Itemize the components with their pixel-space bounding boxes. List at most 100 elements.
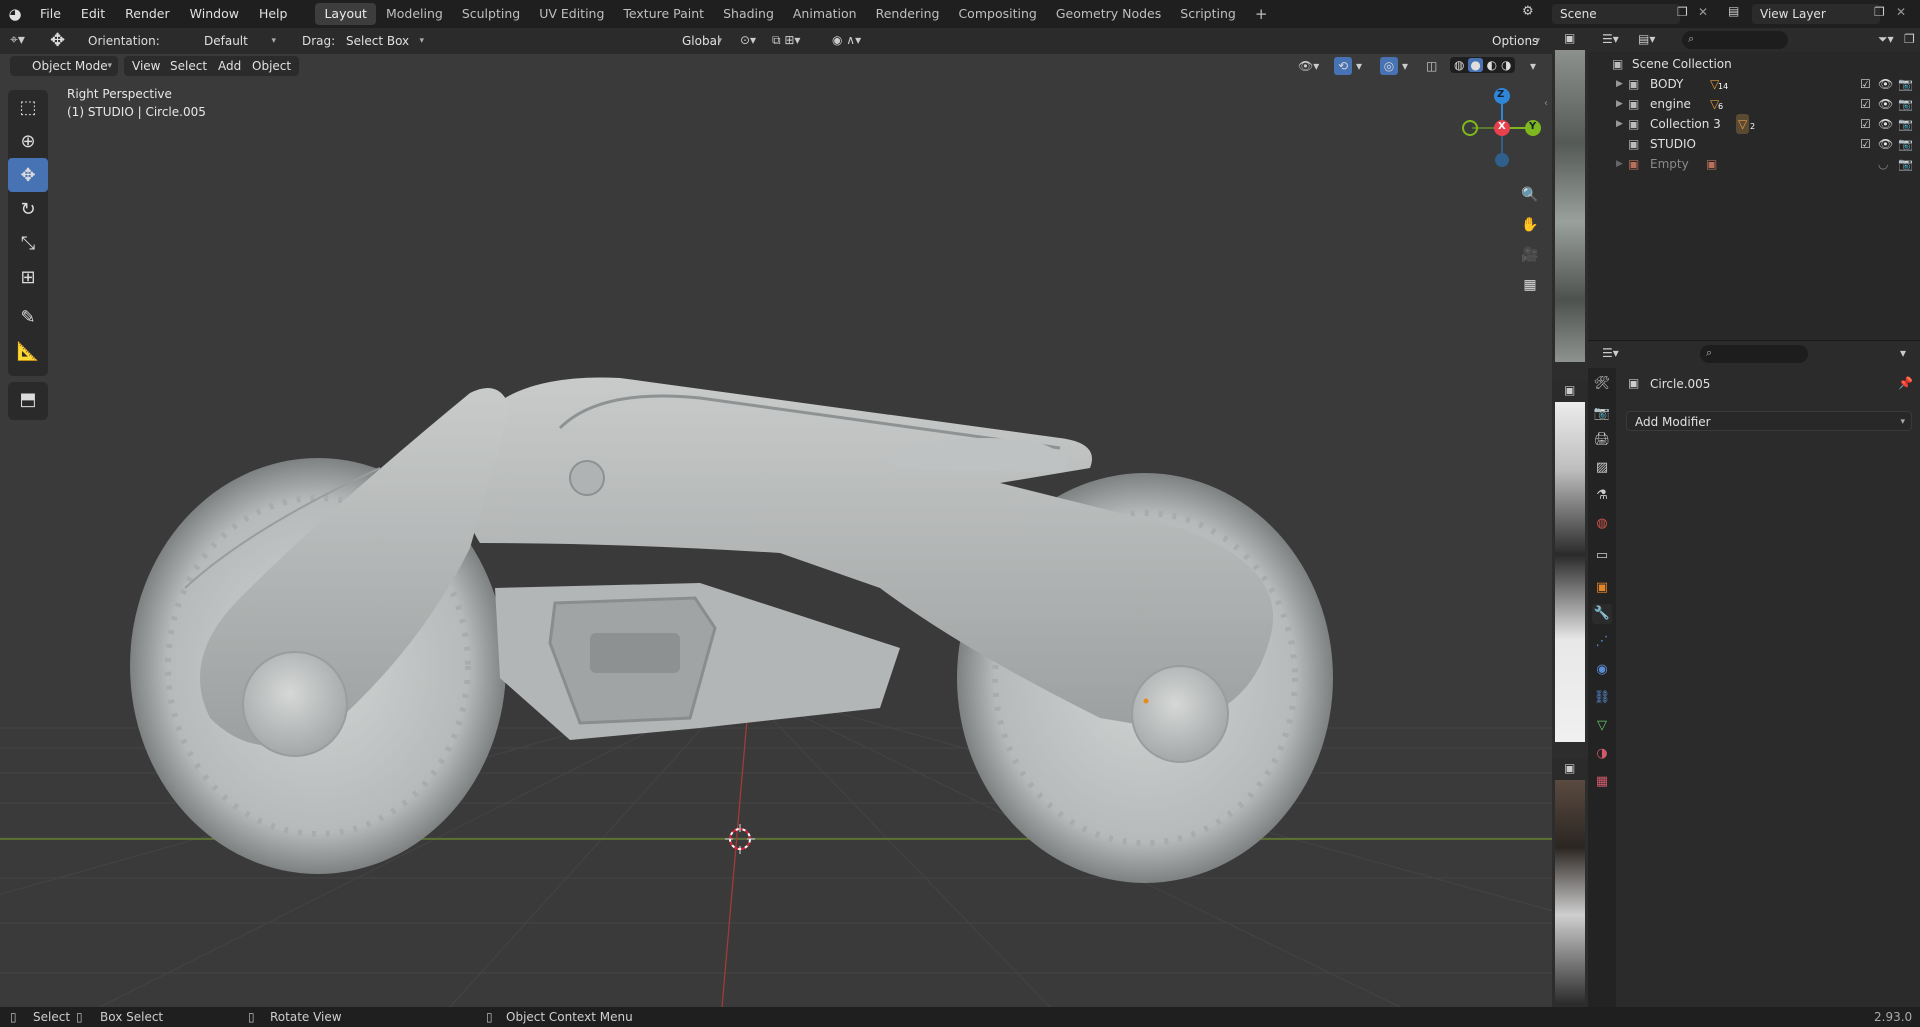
tab-rendering[interactable]: Rendering [867,3,949,25]
data-tab-icon[interactable]: ▽ [1592,716,1612,736]
tab-animation[interactable]: Animation [784,3,866,25]
pin-icon[interactable]: 📌 [1898,376,1913,390]
constraints-tab-icon[interactable]: ⛓ [1592,688,1612,708]
view-layer-tab-icon[interactable]: ▨ [1592,458,1612,478]
outliner-row[interactable]: ▶ ▣ engine ▽ 6 ☑ 👁 📷 [1588,94,1920,114]
outliner-editor-icon[interactable]: ☰▾ [1602,32,1619,46]
image-editor-icon[interactable]: ▣ [1564,31,1575,45]
gizmo-toggle-icon[interactable]: ⟲ [1334,57,1352,75]
world-tab-icon[interactable]: ◍ [1592,514,1612,534]
move-tool-icon[interactable]: ✥ [8,158,48,192]
menu-edit[interactable]: Edit [71,0,115,28]
menu-select[interactable]: Select [162,56,216,76]
visibility-icon[interactable]: 👁▾ [1298,59,1319,73]
outliner-row[interactable]: ▣ STUDIO ☑ 👁 📷 [1588,134,1920,154]
collection-tab-icon[interactable]: ▭ [1592,546,1612,566]
menu-render[interactable]: Render [115,0,180,28]
filter-icon[interactable]: ⏷▾ [1878,32,1894,47]
texture-tab-icon[interactable]: ▦ [1592,772,1612,792]
eye-icon[interactable]: 👁 [1878,114,1893,134]
expand-arrow-icon[interactable]: ▶ [1616,74,1623,94]
zoom-icon[interactable]: 🔍 [1517,182,1543,208]
outliner-search-input[interactable]: ⌕ [1682,31,1788,49]
tab-scripting[interactable]: Scripting [1171,3,1245,25]
material-tab-icon[interactable]: ◑ [1592,744,1612,764]
scene-icon[interactable]: ⚙ [1522,4,1534,19]
tab-uv-editing[interactable]: UV Editing [530,3,613,25]
3d-viewport[interactable]: Z Y X Right Perspective (1) STUDIO | Cir… [0,28,1552,1007]
eye-icon[interactable]: 👁 [1878,134,1893,154]
display-mode-icon[interactable]: ▤▾ [1638,32,1655,46]
add-cube-tool-icon[interactable]: ⬒ [8,382,48,416]
camera-icon[interactable]: 📷 [1898,94,1913,114]
checkbox-icon[interactable]: ☑ [1860,114,1871,134]
gizmo-dropdown-icon[interactable]: ▾ [1356,59,1362,73]
move-active-tool-icon[interactable]: ✥ [50,30,65,51]
outliner-row[interactable]: ▶ ▣ BODY ▽ 14 ☑ 👁 📷 [1588,74,1920,94]
rendered-shading-icon[interactable]: ◑ [1501,58,1511,72]
outliner-row[interactable]: ▶ ▣ Empty ▣ ◡ 📷 [1588,154,1920,174]
image-editor-strip[interactable]: ▣ ▣ ▣ [1552,28,1588,1007]
properties-editor-icon[interactable]: ☰▾ [1602,346,1619,360]
add-modifier-dropdown[interactable]: Add Modifier ▾ [1626,411,1912,431]
overlays-dropdown-icon[interactable]: ▾ [1402,59,1408,73]
options-chevron-icon[interactable]: ▾ [1900,346,1906,360]
orientation-dropdown[interactable]: Default ▾ [180,31,282,51]
transform-orientation-dropdown[interactable]: Global ▾ [652,31,728,51]
tab-modeling[interactable]: Modeling [377,3,452,25]
options-dropdown[interactable]: Options ▾ [1484,31,1546,51]
camera-icon[interactable]: 📷 [1898,74,1913,94]
outliner-row-scene-collection[interactable]: ▣ Scene Collection [1588,54,1920,74]
mode-dropdown[interactable]: Object Mode ▾ [10,56,118,76]
expand-arrow-icon[interactable]: ▶ [1616,154,1623,174]
tab-geometry-nodes[interactable]: Geometry Nodes [1047,3,1170,25]
pivot-point-icon[interactable]: ⊙▾ [740,33,756,47]
object-tab-icon[interactable]: ▣ [1592,578,1612,598]
remove-view-layer-icon[interactable]: ✕ [1896,5,1906,19]
view-layer-icon[interactable]: ▤ [1728,4,1739,18]
expand-arrow-icon[interactable]: ▶ [1616,94,1623,114]
add-workspace-button[interactable]: + [1246,3,1277,25]
scene-tab-icon[interactable]: ⚗ [1592,486,1612,506]
annotate-tool-icon[interactable]: ✎ [8,300,48,334]
sidebar-toggle-icon[interactable]: ‹ [1544,98,1548,109]
cursor-tool-icon[interactable]: ⊕ [8,124,48,158]
camera-view-icon[interactable]: 🎥 [1517,242,1543,268]
menu-window[interactable]: Window [180,0,249,28]
modifier-tab-icon[interactable]: 🔧 [1592,604,1612,624]
checkbox-icon[interactable]: ☑ [1860,134,1871,154]
overlays-toggle-icon[interactable]: ◎ [1380,57,1398,75]
new-view-layer-icon[interactable]: ❐ [1874,5,1885,19]
image-editor-icon[interactable]: ▣ [1564,383,1575,397]
checkbox-icon[interactable]: ☑ [1860,94,1871,114]
snap-icon[interactable]: ⧉ ⊞▾ [772,33,800,48]
properties-search-input[interactable]: ⌕ [1700,345,1808,363]
new-collection-icon[interactable]: ❐ [1904,32,1915,46]
particles-tab-icon[interactable]: ⋰ [1592,632,1612,652]
camera-icon[interactable]: 📷 [1898,114,1913,134]
tool-tab-icon[interactable]: 🛠 [1592,374,1612,394]
eye-icon[interactable]: 👁 [1878,94,1893,114]
proportional-edit-icon[interactable]: ◉ ∧▾ [832,33,861,47]
shading-dropdown-icon[interactable]: ▾ [1530,59,1536,73]
view-layer-field[interactable]: View Layer [1752,4,1880,24]
output-tab-icon[interactable]: 🖨 [1592,430,1612,450]
solid-shading-icon[interactable]: ● [1468,58,1483,72]
camera-icon[interactable]: 📷 [1898,134,1913,154]
outliner-row[interactable]: ▶ ▣ Collection 3 ▽ 2 ☑ 👁 📷 [1588,114,1920,134]
scale-tool-icon[interactable]: ⤡ [8,226,48,260]
transform-tool-icon[interactable]: ⊞ [8,260,48,294]
select-box-tool-icon[interactable]: ⬚ [8,90,48,124]
physics-tab-icon[interactable]: ◉ [1592,660,1612,680]
tab-shading[interactable]: Shading [714,3,783,25]
drag-dropdown[interactable]: Select Box ▾ [338,31,430,51]
tab-sculpting[interactable]: Sculpting [453,3,529,25]
material-shading-icon[interactable]: ◐ [1487,58,1497,72]
menu-help[interactable]: Help [249,0,298,28]
camera-icon[interactable]: 📷 [1898,154,1913,174]
pan-hand-icon[interactable]: ✋ [1517,212,1543,238]
tab-layout[interactable]: Layout [315,3,376,25]
expand-arrow-icon[interactable]: ▶ [1616,114,1623,134]
wireframe-shading-icon[interactable]: ◍ [1454,58,1464,72]
menu-object[interactable]: Object [244,56,300,76]
